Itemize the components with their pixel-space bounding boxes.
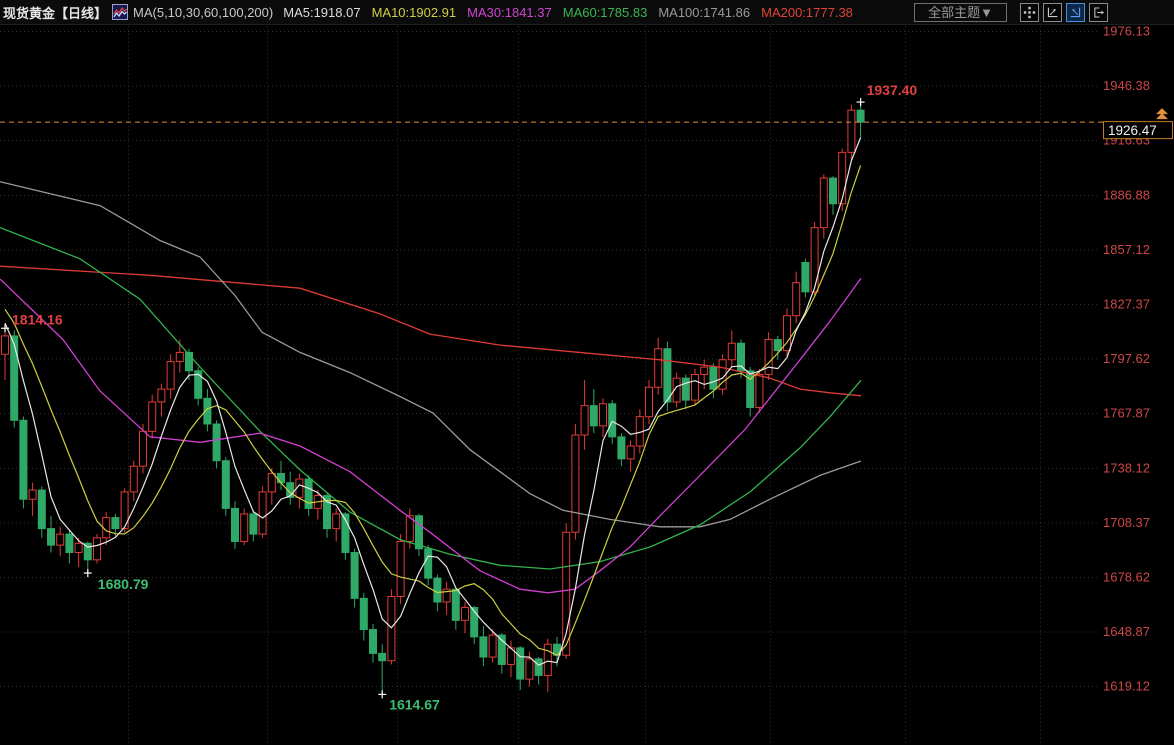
current-price-group: 1926.47 (0, 108, 1173, 138)
trading-app: 现货黄金【日线】 MA(5,10,30,60,100,200) MA5:1918… (0, 0, 1174, 745)
svg-text:1946.38: 1946.38 (1103, 78, 1150, 93)
svg-text:1648.87: 1648.87 (1103, 624, 1150, 639)
move-icon[interactable] (1020, 3, 1039, 22)
chart-canvas[interactable]: 1814.16 1680.79 1614.67 1937.40 1976.13 1946.… (0, 25, 1174, 745)
symbol-title: 现货黄金【日线】 (3, 3, 107, 22)
theme-dropdown-button[interactable]: 全部主题▼ (914, 3, 1007, 22)
ma-value: MA30:1841.37 (467, 5, 552, 20)
ma-header: MA(5,10,30,60,100,200) (133, 5, 273, 20)
ma-value: MA60:1785.83 (563, 5, 648, 20)
ma30-line (0, 278, 861, 593)
chart-type-icon[interactable] (112, 4, 128, 20)
svg-text:1678.62: 1678.62 (1103, 570, 1150, 585)
toolbar-icon-group (1016, 3, 1108, 22)
ma-values: MA5:1918.07 MA10:1902.91 MA30:1841.37 MA60:… (283, 5, 864, 20)
svg-text:1738.12: 1738.12 (1103, 460, 1150, 475)
toolbar: 现货黄金【日线】 MA(5,10,30,60,100,200) MA5:1918… (0, 0, 1174, 25)
svg-text:1619.12: 1619.12 (1103, 679, 1150, 694)
candles (2, 102, 865, 694)
extreme-price-label: 1680.79 (98, 576, 149, 592)
ma-value: MA10:1902.91 (372, 5, 457, 20)
ma-value: MA5:1918.07 (283, 5, 360, 20)
current-price-value: 1926.47 (1108, 123, 1157, 138)
axis-scale-right-icon[interactable] (1066, 3, 1085, 22)
ma-value: MA100:1741.86 (658, 5, 750, 20)
svg-text:1827.37: 1827.37 (1103, 297, 1150, 312)
extreme-price-label: 1814.16 (12, 311, 63, 327)
extreme-price-label: 1614.67 (389, 696, 440, 712)
hide-panel-icon[interactable] (1089, 3, 1108, 22)
svg-text:1797.62: 1797.62 (1103, 351, 1150, 366)
svg-text:1708.37: 1708.37 (1103, 515, 1150, 530)
axis-scale-left-icon[interactable] (1043, 3, 1062, 22)
svg-text:1886.88: 1886.88 (1103, 187, 1150, 202)
svg-text:1976.13: 1976.13 (1103, 25, 1150, 39)
ma-value: MA200:1777.38 (761, 5, 853, 20)
extreme-price-label: 1937.40 (867, 82, 918, 98)
svg-text:1857.12: 1857.12 (1103, 242, 1150, 257)
svg-text:1767.87: 1767.87 (1103, 406, 1150, 421)
gridlines (0, 26, 1100, 745)
